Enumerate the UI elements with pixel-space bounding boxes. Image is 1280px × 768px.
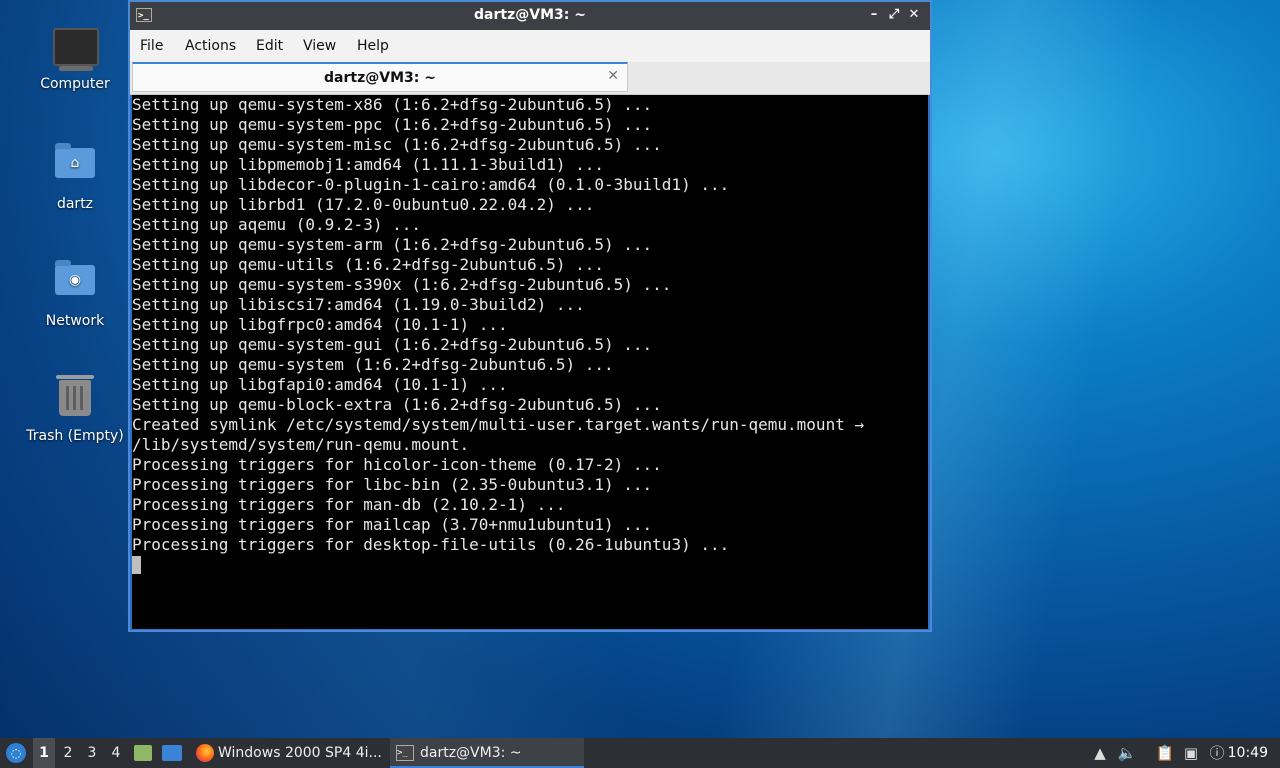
network-icon[interactable]: ▣: [1180, 738, 1202, 768]
terminal-line: Processing triggers for man-db (2.10.2-1…: [132, 495, 566, 514]
terminal-line: Processing triggers for desktop-file-uti…: [132, 535, 730, 554]
desktop-icon-label: Trash (Empty): [26, 428, 124, 444]
window-titlebar[interactable]: >_ dartz@VM3: ~ – ⤢ ✕: [130, 2, 930, 30]
terminal-icon: >_: [396, 745, 414, 761]
tab-terminal[interactable]: dartz@VM3: ~ ✕: [132, 62, 628, 92]
lubuntu-logo-icon: ◌: [6, 743, 26, 763]
window-title: dartz@VM3: ~: [474, 7, 586, 23]
minimize-icon[interactable]: –: [866, 7, 882, 22]
terminal-line: Setting up libpmemobj1:amd64 (1.11.1-3bu…: [132, 155, 605, 174]
terminal-line: Setting up libdecor-0-plugin-1-cairo:amd…: [132, 175, 730, 194]
menu-file[interactable]: File: [140, 38, 163, 54]
terminal-line: Setting up libgfrpc0:amd64 (10.1-1) ...: [132, 315, 508, 334]
show-desktop-button[interactable]: [162, 738, 186, 768]
tab-bar: dartz@VM3: ~ ✕: [130, 62, 930, 95]
terminal-line: Setting up librbd1 (17.2.0-0ubuntu0.22.0…: [132, 195, 595, 214]
desktop-icon-label: Network: [45, 313, 105, 329]
tray-scroll-icon[interactable]: ▲: [1090, 738, 1110, 768]
computer-icon: [53, 28, 99, 72]
trash-icon: [53, 375, 97, 424]
terminal-line: Processing triggers for hicolor-icon-the…: [132, 455, 662, 474]
terminal-line: Setting up qemu-system-s390x (1:6.2+dfsg…: [132, 275, 672, 294]
maximize-icon[interactable]: ⤢: [886, 7, 902, 22]
update-notifier-icon[interactable]: ⓘ: [1206, 738, 1228, 768]
tab-label: dartz@VM3: ~: [324, 70, 436, 86]
terminal-line: Setting up qemu-block-extra (1:6.2+dfsg-…: [132, 395, 662, 414]
terminal-line: Setting up qemu-system-arm (1:6.2+dfsg-2…: [132, 235, 653, 254]
terminal-line: Processing triggers for libc-bin (2.35-0…: [132, 475, 653, 494]
desktop-icon-home[interactable]: ⌂ dartz: [20, 140, 130, 212]
task-label: Windows 2000 SP4 4i...: [218, 745, 382, 761]
network-folder-icon: ◉: [53, 260, 97, 309]
workspace-2[interactable]: 2: [57, 738, 79, 768]
workspace-3[interactable]: 3: [81, 738, 103, 768]
show-desktop-icon: [162, 745, 182, 761]
terminal-line: Setting up qemu-system (1:6.2+dfsg-2ubun…: [132, 355, 614, 374]
menu-help[interactable]: Help: [357, 38, 389, 54]
terminal-line: Setting up libgfapi0:amd64 (10.1-1) ...: [132, 375, 508, 394]
clipboard-icon[interactable]: 📋: [1154, 738, 1176, 768]
home-folder-icon: ⌂: [53, 143, 97, 192]
desktop-icon-computer[interactable]: Computer: [20, 22, 130, 92]
start-menu-button[interactable]: ◌: [4, 738, 28, 768]
text-cursor: [132, 556, 141, 574]
volume-icon[interactable]: 🔈: [1116, 738, 1138, 768]
taskbar: ◌ 1 2 3 4 Windows 2000 SP4 4i... >_ dartz…: [0, 738, 1280, 768]
menu-view[interactable]: View: [303, 38, 336, 54]
file-manager-launcher[interactable]: [134, 738, 156, 768]
menu-edit[interactable]: Edit: [256, 38, 283, 54]
menu-bar: File Actions Edit View Help: [130, 30, 930, 62]
desktop-icon-label: dartz: [56, 196, 94, 212]
task-label: dartz@VM3: ~: [420, 745, 522, 761]
file-manager-icon: [134, 745, 152, 761]
terminal-line: Processing triggers for mailcap (3.70+nm…: [132, 515, 653, 534]
desktop-icon-trash[interactable]: Trash (Empty): [20, 374, 130, 444]
tab-close-icon[interactable]: ✕: [607, 68, 619, 84]
terminal-line: Setting up qemu-system-misc (1:6.2+dfsg-…: [132, 135, 662, 154]
terminal-line: Created symlink /etc/systemd/system/mult…: [132, 415, 865, 434]
terminal-line: Setting up qemu-utils (1:6.2+dfsg-2ubunt…: [132, 255, 605, 274]
menu-actions[interactable]: Actions: [185, 38, 236, 54]
workspace-4[interactable]: 4: [105, 738, 127, 768]
clock[interactable]: 10:49: [1228, 738, 1268, 768]
firefox-icon: [196, 744, 214, 762]
terminal-window: >_ dartz@VM3: ~ – ⤢ ✕ File Actions Edit …: [128, 0, 932, 632]
desktop-icon-network[interactable]: ◉ Network: [20, 257, 130, 329]
close-icon[interactable]: ✕: [906, 7, 922, 22]
terminal-line: Setting up libiscsi7:amd64 (1.19.0-3buil…: [132, 295, 585, 314]
terminal-line: Setting up qemu-system-gui (1:6.2+dfsg-2…: [132, 335, 653, 354]
terminal-prompt-line: [132, 555, 928, 575]
workspace-1[interactable]: 1: [33, 738, 55, 768]
task-terminal[interactable]: >_ dartz@VM3: ~: [390, 738, 584, 768]
terminal-line: Setting up qemu-system-ppc (1:6.2+dfsg-2…: [132, 115, 653, 134]
task-firefox[interactable]: Windows 2000 SP4 4i...: [192, 738, 386, 768]
terminal-line: Setting up aqemu (0.9.2-3) ...: [132, 215, 421, 234]
terminal-line: Setting up qemu-system-x86 (1:6.2+dfsg-2…: [132, 95, 653, 114]
terminal-output[interactable]: Setting up qemu-system-x86 (1:6.2+dfsg-2…: [132, 95, 928, 629]
terminal-line: /lib/systemd/system/run-qemu.mount.: [132, 435, 470, 454]
desktop-icon-label: Computer: [40, 76, 110, 92]
